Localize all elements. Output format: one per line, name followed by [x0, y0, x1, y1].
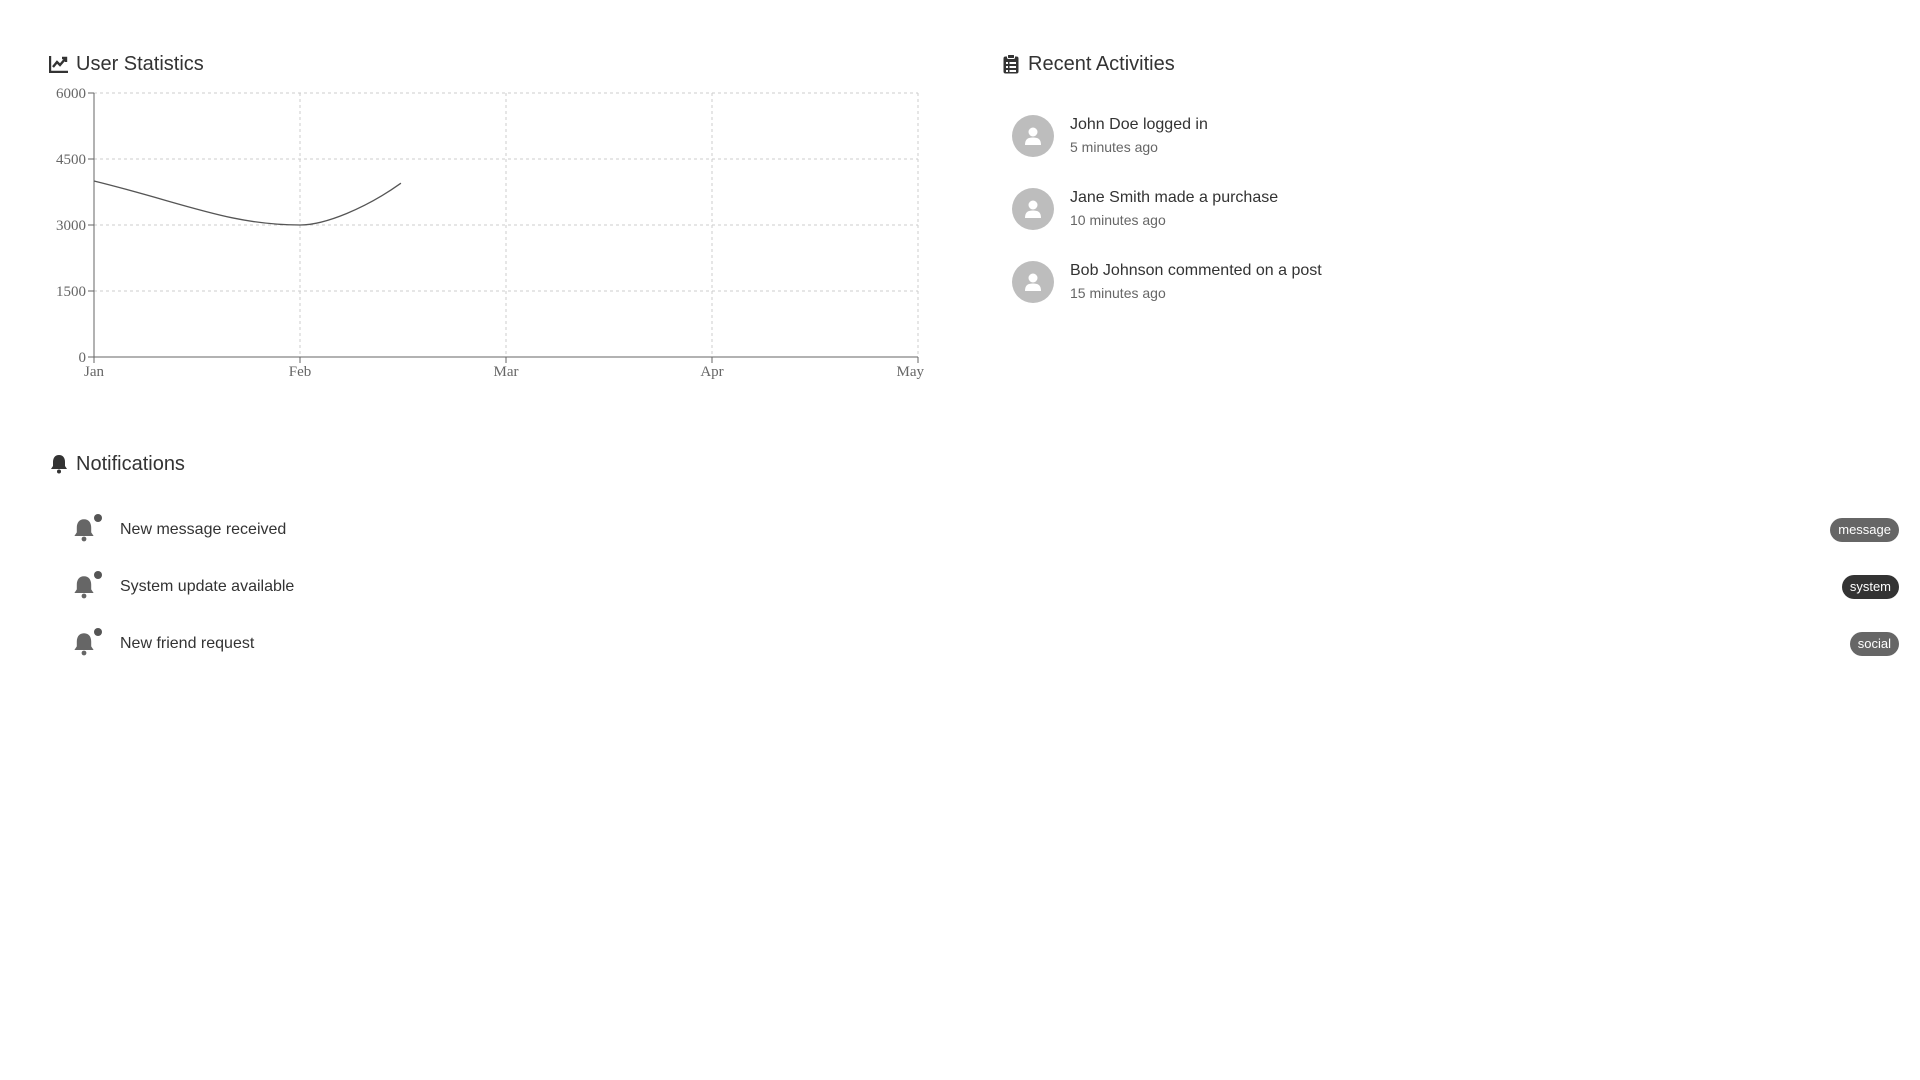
- user-avatar-icon: [1012, 114, 1054, 157]
- activity-time: 5 minutes ago: [1070, 139, 1158, 155]
- notification-item[interactable]: System update available system: [48, 558, 1899, 615]
- user-avatar-icon: [1012, 260, 1054, 303]
- x-tick-label: Mar: [494, 364, 519, 380]
- y-tick-label: 4500: [56, 152, 86, 168]
- notifications-panel: Notifications New message received messa…: [48, 451, 1899, 672]
- activity-time: 15 minutes ago: [1070, 285, 1166, 301]
- x-tick-label: Jan: [84, 364, 104, 380]
- x-tick-label: May: [897, 364, 925, 380]
- user-statistics-chart: 01500300045006000Jan Feb Mar Apr May: [56, 86, 925, 380]
- activity-title: Bob Johnson commented on a post: [1070, 262, 1322, 279]
- recent-activities-header: Recent Activities: [1000, 51, 1880, 77]
- notification-badge: social: [1849, 631, 1899, 656]
- recent-activities-panel: Recent Activities John Doe logged in 5 m…: [1000, 51, 1880, 318]
- clipboard-list-icon: [1000, 53, 1022, 75]
- activity-list: John Doe logged in 5 minutes ago Jane Sm…: [1000, 99, 1880, 318]
- x-tick-label: Apr: [700, 364, 723, 380]
- user-statistics-header: User Statistics: [48, 51, 948, 77]
- user-statistics-panel: User Statistics 0 1500 3000 4500 6000 Jan Feb M…: [48, 51, 948, 391]
- notification-badge: system: [1841, 574, 1899, 599]
- activity-title: John Doe logged in: [1070, 116, 1208, 133]
- unread-dot-icon: [94, 627, 102, 636]
- user-statistics-title: User Statistics: [76, 52, 204, 75]
- notification-text: New message received: [120, 520, 287, 538]
- activity-item[interactable]: John Doe logged in 5 minutes ago: [1000, 99, 1880, 172]
- activity-title: Jane Smith made a purchase: [1070, 189, 1279, 206]
- activity-item[interactable]: Jane Smith made a purchase 10 minutes ag…: [1000, 172, 1880, 245]
- series-line: [93, 180, 402, 226]
- notification-text: New friend request: [120, 634, 255, 652]
- x-tick-label: Feb: [289, 364, 312, 380]
- notification-bell-icon: [72, 570, 102, 600]
- y-tick-label: 6000: [56, 86, 86, 102]
- notification-text: System update available: [120, 577, 295, 595]
- notifications-header: Notifications: [48, 451, 1880, 477]
- notification-bell-icon: [72, 627, 102, 657]
- y-tick-label: 3000: [56, 218, 86, 234]
- notification-item[interactable]: New message received message: [48, 501, 1899, 558]
- unread-dot-icon: [94, 570, 102, 579]
- unread-dot-icon: [94, 513, 102, 522]
- chart-line-icon: [48, 53, 70, 75]
- notifications-title: Notifications: [76, 452, 185, 475]
- notification-list: New message received message System upda…: [48, 501, 1899, 672]
- user-avatar-icon: [1012, 187, 1054, 230]
- bell-icon: [48, 453, 70, 475]
- y-tick-label: 1500: [56, 284, 86, 300]
- notification-item[interactable]: New friend request social: [48, 615, 1899, 672]
- activity-time: 10 minutes ago: [1070, 212, 1166, 228]
- notification-bell-icon: [72, 513, 102, 543]
- notification-badge: message: [1830, 517, 1899, 542]
- activity-item[interactable]: Bob Johnson commented on a post 15 minut…: [1000, 245, 1880, 318]
- recent-activities-title: Recent Activities: [1028, 52, 1175, 75]
